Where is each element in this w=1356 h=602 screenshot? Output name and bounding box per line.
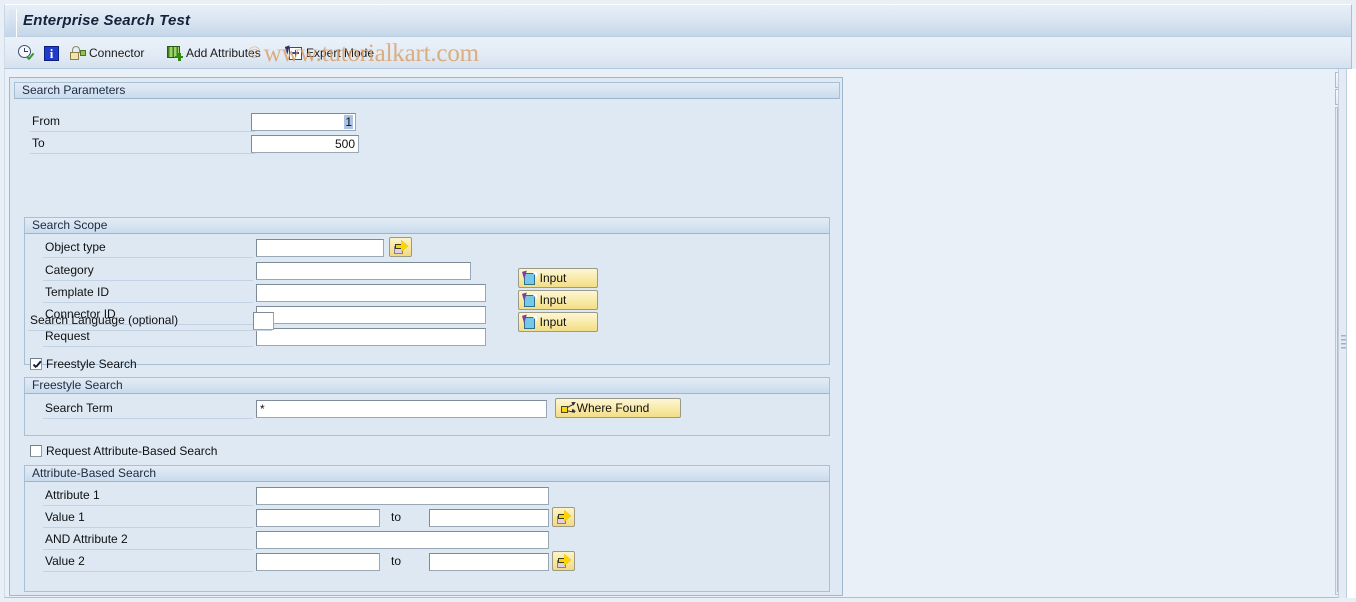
where-found-button[interactable]: Where Found: [555, 398, 681, 418]
page-cursor-icon: [521, 314, 537, 330]
attribute-2-input[interactable]: [256, 531, 549, 549]
row-divider: [43, 302, 253, 303]
template-id-input-button[interactable]: Input: [518, 290, 598, 310]
row-divider: [30, 153, 255, 154]
value-2-value-help-button[interactable]: [552, 551, 575, 571]
connector-button-label: Connector: [89, 46, 145, 60]
yellow-arrow-icon: [558, 554, 572, 566]
add-attributes-button-label: Add Attributes: [186, 46, 261, 60]
object-type-label: Object type: [45, 240, 106, 254]
from-input[interactable]: 1: [251, 113, 356, 131]
expert-mode-icon: [284, 44, 303, 61]
content-area: Search Parameters From 1 To Search Scope…: [4, 69, 1352, 598]
value-1-to-input[interactable]: [429, 509, 549, 527]
connector-icon: [70, 45, 86, 61]
value-1-label: Value 1: [45, 510, 85, 524]
add-attributes-icon: [167, 45, 183, 61]
row-divider: [43, 505, 253, 506]
info-icon: i: [44, 45, 59, 61]
request-input[interactable]: [256, 328, 486, 346]
search-language-label: Search Language (optional): [30, 313, 179, 327]
request-attribute-based-search-checkbox-label: Request Attribute-Based Search: [46, 444, 218, 458]
value-1-to-label: to: [391, 510, 402, 524]
checkbox-box: [30, 358, 42, 370]
search-scope-group-header: Search Scope: [24, 217, 830, 234]
value-2-to-label: to: [391, 554, 402, 568]
row-divider: [43, 257, 253, 258]
freestyle-search-group-body: Search Term: [24, 394, 830, 436]
connector-button[interactable]: Connector: [67, 40, 147, 66]
sap-gui-window: Enterprise Search Test i Connector Add A…: [0, 0, 1356, 602]
page-title: Enterprise Search Test: [23, 12, 191, 29]
window-title-bar: Enterprise Search Test: [4, 4, 1352, 42]
attribute-1-label: Attribute 1: [45, 488, 100, 502]
search-parameters-panel: Search Parameters From 1 To Search Scope…: [9, 77, 843, 596]
search-term-input[interactable]: [256, 400, 547, 418]
splitter-grip-icon: [1341, 335, 1346, 351]
row-divider: [30, 131, 255, 132]
connector-id-input[interactable]: [256, 306, 486, 324]
freestyle-search-checkbox[interactable]: Freestyle Search: [30, 357, 137, 371]
checkbox-box: [30, 445, 42, 457]
search-scope-group-body: Object type Category Template ID Connect…: [24, 234, 830, 365]
attribute-1-input[interactable]: [256, 487, 549, 505]
window-splitter[interactable]: [1338, 69, 1347, 598]
search-parameters-group-header: Search Parameters: [14, 82, 840, 99]
request-label: Request: [45, 329, 90, 343]
value-2-label: Value 2: [45, 554, 85, 568]
request-attribute-based-search-checkbox[interactable]: Request Attribute-Based Search: [30, 444, 217, 458]
row-divider: [43, 571, 253, 572]
row-divider: [43, 549, 253, 550]
category-input-button[interactable]: Input: [518, 268, 598, 288]
page-cursor-icon: [521, 292, 537, 308]
object-type-value-help-button[interactable]: [389, 237, 412, 257]
row-divider: [43, 346, 253, 347]
add-attributes-button[interactable]: Add Attributes: [164, 40, 264, 66]
category-label: Category: [45, 263, 94, 277]
value-2-from-input[interactable]: [256, 553, 380, 571]
page-cursor-icon: [521, 270, 537, 286]
template-id-label: Template ID: [45, 285, 110, 299]
to-label: To: [32, 136, 45, 150]
application-toolbar: i Connector Add Attributes Expert Mode: [4, 37, 1352, 69]
to-input[interactable]: [251, 135, 359, 153]
where-found-icon: [561, 400, 577, 416]
freestyle-search-group-header: Freestyle Search: [24, 377, 830, 394]
search-language-input[interactable]: [253, 312, 274, 330]
from-input-value: 1: [344, 115, 353, 129]
attribute-based-search-group-header: Attribute-Based Search: [24, 465, 830, 482]
expert-mode-button-label: Expert Mode: [306, 46, 375, 60]
value-1-from-input[interactable]: [256, 509, 380, 527]
category-input[interactable]: [256, 262, 471, 280]
value-1-value-help-button[interactable]: [552, 507, 575, 527]
clock-check-icon: [18, 44, 35, 62]
row-divider: [43, 418, 253, 419]
value-2-to-input[interactable]: [429, 553, 549, 571]
from-label: From: [32, 114, 60, 128]
row-divider: [28, 330, 272, 331]
expert-mode-button[interactable]: Expert Mode: [283, 40, 377, 66]
connector-id-input-button[interactable]: Input: [518, 312, 598, 332]
window-right-edge: [1347, 69, 1356, 598]
row-divider: [43, 527, 253, 528]
yellow-arrow-icon: [558, 510, 572, 522]
row-divider: [43, 280, 253, 281]
object-type-input[interactable]: [256, 239, 384, 257]
freestyle-search-checkbox-label: Freestyle Search: [46, 357, 137, 371]
attribute-2-label: AND Attribute 2: [45, 532, 128, 546]
attribute-based-search-group-body: Attribute 1 Value 1 to AND Attribute 2 V…: [24, 482, 830, 592]
search-term-label: Search Term: [45, 401, 113, 415]
yellow-arrow-icon: [395, 240, 409, 252]
template-id-input[interactable]: [256, 284, 486, 302]
